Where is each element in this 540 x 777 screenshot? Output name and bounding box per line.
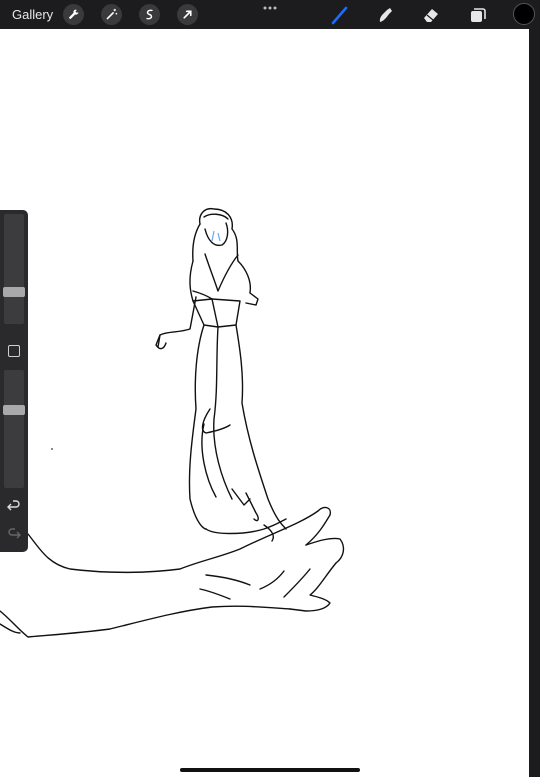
color-picker[interactable] xyxy=(513,3,535,25)
gallery-button[interactable]: Gallery xyxy=(12,7,53,22)
undo-icon[interactable] xyxy=(7,500,21,514)
home-indicator xyxy=(180,768,360,772)
opacity-slider[interactable] xyxy=(4,370,24,488)
brush-size-thumb[interactable] xyxy=(3,287,25,297)
canvas-border xyxy=(529,29,540,777)
left-sidebar xyxy=(0,210,28,552)
magic-wand-icon[interactable] xyxy=(101,4,122,25)
modify-button[interactable] xyxy=(8,345,20,357)
brush-size-slider[interactable] xyxy=(4,214,24,324)
redo-icon[interactable] xyxy=(7,528,21,542)
eraser-icon[interactable] xyxy=(421,5,441,25)
transform-arrow-icon[interactable] xyxy=(177,4,198,25)
smudge-icon[interactable] xyxy=(375,5,395,25)
selection-icon[interactable] xyxy=(139,4,160,25)
top-toolbar: Gallery xyxy=(0,0,540,29)
opacity-thumb[interactable] xyxy=(3,404,25,415)
brush-icon[interactable] xyxy=(330,5,350,25)
sketch-artwork xyxy=(0,207,345,638)
more-options-icon[interactable] xyxy=(262,5,278,11)
drawing-canvas[interactable] xyxy=(0,29,529,777)
wrench-icon[interactable] xyxy=(63,4,84,25)
layers-icon[interactable] xyxy=(468,5,488,25)
